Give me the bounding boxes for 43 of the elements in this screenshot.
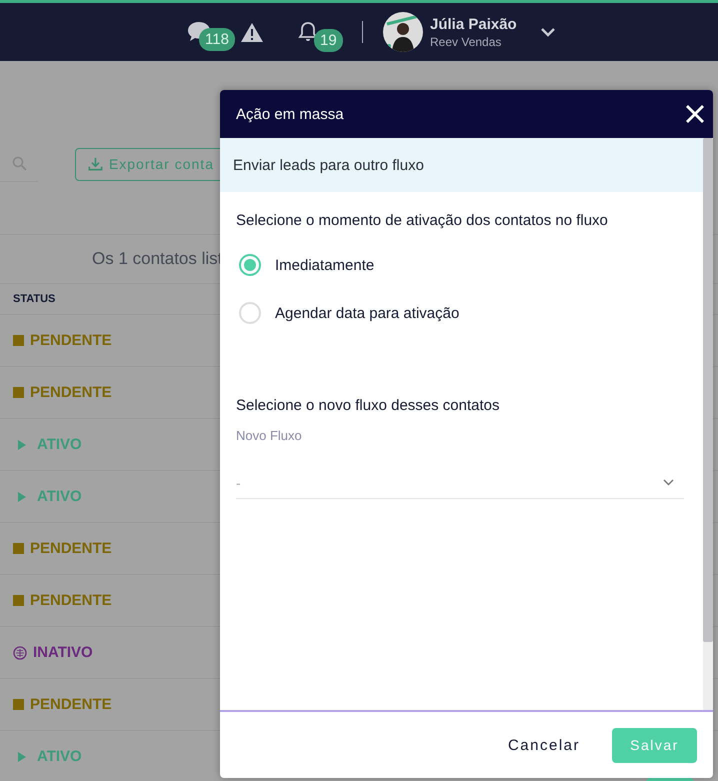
column-header: STATUS [13,293,56,305]
flow-question: Selecione o novo fluxo desses contatos [236,397,501,414]
status-label: ATIVO [37,748,82,765]
play-icon [17,492,27,502]
activation-question: Selecione o momento de ativação dos contatos no fluxo [236,212,609,229]
status-label: PENDENTE [30,332,112,349]
status-label: PENDENTE [30,696,112,713]
cancel-button[interactable]: Cancelar [502,736,586,754]
globe-icon [13,646,27,660]
square-icon [13,543,24,554]
chevron-down-icon[interactable] [540,27,556,37]
company-name: Reev Vendas [430,34,502,48]
modal-title: Ação em massa [236,106,344,122]
chevron-down-icon [663,479,674,486]
radio-label: Agendar data para ativação [275,304,460,322]
radio-label: Imediatamente [275,256,374,274]
flow-select[interactable]: - [236,467,684,499]
field-label: Novo Fluxo [236,428,303,443]
status-label: ATIVO [37,488,82,505]
close-button[interactable] [685,104,705,124]
square-icon [13,335,24,346]
close-icon [685,104,705,124]
notification-count-badge: 19 [314,29,343,52]
square-icon [13,387,24,398]
play-icon [17,752,27,762]
save-button[interactable]: Salvar [612,728,697,762]
radio-button[interactable] [239,254,261,276]
status-label: PENDENTE [30,384,112,401]
user-name: Júlia Paixão [430,16,517,32]
square-icon [13,699,24,710]
warning-icon[interactable] [240,22,264,42]
radio-button[interactable] [239,302,261,324]
status-label: PENDENTE [30,592,112,609]
bell-icon[interactable] [298,21,318,43]
status-label: ATIVO [37,436,82,453]
status-label: INATIVO [33,644,93,661]
modal-subtitle: Enviar leads para outro fluxo [233,156,424,174]
status-label: PENDENTE [30,540,112,557]
scrollbar[interactable] [703,138,713,710]
square-icon [13,595,24,606]
download-icon [88,156,103,172]
chat-count-badge: 118 [199,28,235,51]
play-icon [17,440,27,450]
